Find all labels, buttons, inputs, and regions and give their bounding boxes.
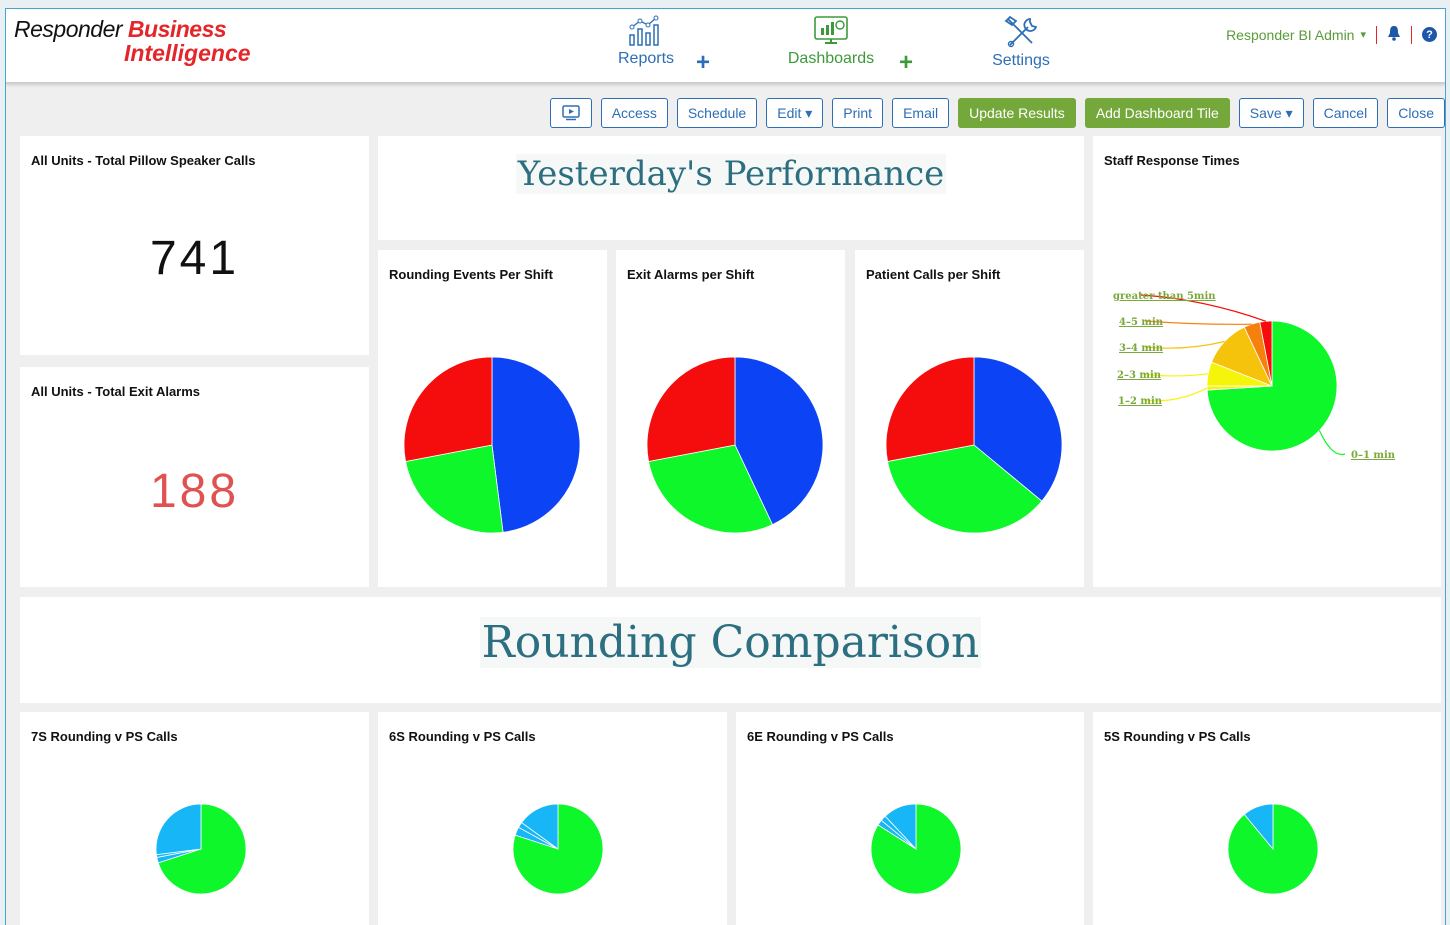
slice-label: 4–5 min: [1119, 317, 1164, 328]
logo-text-business: Business: [127, 16, 227, 42]
leader-line: [1318, 430, 1346, 456]
nav-dashboards-label: Dashboards: [787, 50, 875, 67]
dashboards-icon: [814, 16, 848, 44]
print-button[interactable]: Print: [832, 98, 884, 128]
slice-label: 3–4 min: [1119, 343, 1164, 354]
tile-title: All Units - Total Exit Alarms: [31, 384, 201, 399]
dashboard-toolbar: Access Schedule Edit ▾ Print Email Updat…: [549, 98, 1445, 128]
tile-6e-rounding[interactable]: 6E Rounding v PS Calls: [736, 712, 1084, 925]
nav-reports-label: Reports: [617, 50, 675, 67]
top-navigation: Responder Business Intelligence Reports …: [6, 9, 1445, 84]
patient-calls-chart: [885, 356, 1063, 534]
tile-rounding-heading[interactable]: Rounding Comparison: [20, 597, 1441, 703]
tile-6s-rounding[interactable]: 6S Rounding v PS Calls: [378, 712, 727, 925]
rounding-comparison-heading: Rounding Comparison: [479, 617, 982, 668]
yesterday-performance-heading: Yesterday's Performance: [515, 154, 947, 194]
chart-6s: [512, 803, 604, 895]
presentation-icon: [561, 105, 580, 121]
rounding-events-chart: [403, 356, 581, 534]
presentation-mode-button[interactable]: [549, 98, 592, 128]
user-name[interactable]: Responder BI Admin: [1226, 27, 1354, 43]
email-button[interactable]: Email: [892, 98, 950, 128]
nav-settings[interactable]: Settings: [976, 15, 1066, 70]
schedule-button[interactable]: Schedule: [676, 98, 758, 128]
slice-label: 2–3 min: [1117, 370, 1162, 381]
tile-staff-response-times[interactable]: Staff Response Times 0–1 min 1–2 min 2–3 m…: [1093, 136, 1441, 587]
logo-text-responder: Responder: [14, 16, 123, 42]
pie-slice[interactable]: [646, 356, 736, 462]
pie-slice[interactable]: [155, 803, 202, 856]
tile-rounding-events-per-shift[interactable]: Rounding Events Per Shift: [378, 250, 607, 587]
add-dashboard-tile-button[interactable]: Add Dashboard Tile: [1084, 98, 1230, 128]
app-frame: Responder Business Intelligence Reports …: [5, 8, 1446, 925]
cancel-button[interactable]: Cancel: [1312, 98, 1379, 128]
tile-7s-rounding[interactable]: 7S Rounding v PS Calls: [20, 712, 369, 925]
chart-6e: [870, 803, 962, 895]
tile-exit-alarms-per-shift[interactable]: Exit Alarms per Shift: [616, 250, 845, 587]
bell-icon[interactable]: [1387, 25, 1401, 44]
staff-response-chart: 0–1 min 1–2 min 2–3 min 3–4 min 4–5 min great…: [1113, 291, 1396, 461]
help-icon[interactable]: ?: [1422, 27, 1437, 42]
chart-7s: [155, 803, 247, 895]
add-dashboard-button[interactable]: +: [899, 51, 913, 75]
settings-icon: [1004, 15, 1038, 48]
update-results-button[interactable]: Update Results: [958, 98, 1076, 128]
slice-label: 1–2 min: [1118, 396, 1163, 407]
tile-yesterday-heading[interactable]: Yesterday's Performance: [378, 136, 1084, 240]
slice-label: greater than 5min: [1113, 291, 1216, 302]
pie-slice[interactable]: [403, 356, 493, 462]
access-button[interactable]: Access: [600, 98, 668, 128]
logo-text-intelligence: Intelligence: [124, 40, 251, 66]
close-button[interactable]: Close: [1387, 98, 1445, 128]
nav-settings-label: Settings: [992, 52, 1050, 69]
tile-5s-rounding[interactable]: 5S Rounding v PS Calls: [1093, 712, 1441, 925]
help-icon-glyph: ?: [1426, 28, 1433, 41]
pie-slice[interactable]: [491, 356, 581, 533]
add-report-button[interactable]: +: [696, 51, 710, 75]
tile-pillow-speaker-calls[interactable]: All Units - Total Pillow Speaker Calls 7…: [20, 136, 369, 355]
chart-5s: [1227, 803, 1319, 895]
save-button[interactable]: Save ▾: [1238, 98, 1304, 128]
divider: [1411, 25, 1412, 44]
divider: [1376, 25, 1377, 44]
tile-exit-alarms[interactable]: All Units - Total Exit Alarms 188: [20, 367, 369, 587]
user-menu: Responder BI Admin ▾ ?: [1226, 25, 1437, 44]
exit-alarms-chart: [646, 356, 824, 534]
tile-title: All Units - Total Pillow Speaker Calls: [31, 153, 256, 168]
nav-dashboards[interactable]: Dashboards: [781, 15, 881, 68]
tile-patient-calls-per-shift[interactable]: Patient Calls per Shift: [855, 250, 1084, 587]
edit-button[interactable]: Edit ▾: [766, 98, 824, 128]
logo[interactable]: Responder Business Intelligence: [14, 16, 251, 65]
nav-reports[interactable]: Reports: [606, 15, 686, 68]
pillow-speaker-calls-value: 741: [149, 232, 240, 285]
chevron-down-icon[interactable]: ▾: [1360, 28, 1366, 41]
pie-slice[interactable]: [885, 356, 975, 462]
slice-label: 0–1 min: [1351, 450, 1396, 461]
reports-icon: [629, 15, 659, 46]
exit-alarms-value: 188: [149, 465, 240, 518]
